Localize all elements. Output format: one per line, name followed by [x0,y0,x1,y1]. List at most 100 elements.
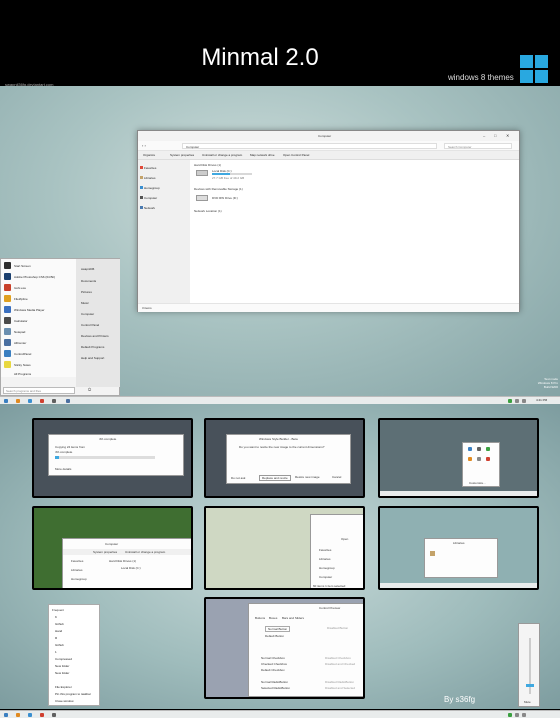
jump-list-item[interactable]: Hand [55,629,62,633]
place-item[interactable]: Music [81,301,89,305]
close-button[interactable]: ✕ [506,133,509,138]
nav-favorites[interactable]: Favorites [319,548,331,552]
start-search-input[interactable]: Search programs and files [3,387,75,394]
volume-icon[interactable] [522,399,526,403]
jump-list-item[interactable]: Github [55,643,64,647]
program-item[interactable]: Start Screen [14,264,31,268]
tab-bars[interactable]: Bars and Sliders [282,616,304,620]
app-icon[interactable] [52,399,56,403]
search-input[interactable]: Search Computer [444,143,512,149]
start-button-icon[interactable] [4,399,8,403]
nav-homegroup[interactable]: Homegroup [71,577,87,581]
tray-icon[interactable] [515,399,519,403]
tray-icon[interactable] [486,447,490,451]
place-item[interactable]: Documents [81,279,96,283]
cmd-system-properties[interactable]: System properties [170,153,194,157]
program-item[interactable]: FileZipline [14,297,28,301]
ie-icon[interactable] [28,713,32,717]
explorer-titlebar[interactable]: Computer – □ ✕ [138,131,519,141]
drive-c[interactable]: Local Disk (C:) [121,566,141,570]
folder-icon[interactable] [16,399,20,403]
tab-buttons[interactable]: Buttons [255,616,265,620]
address-field[interactable]: Computer [182,143,437,149]
place-item[interactable]: swapnil36 [81,267,94,271]
group-header-hdd[interactable]: Hard Disk Drives (1) [194,163,221,167]
nav-libraries[interactable]: Libraries [71,568,83,572]
power-button[interactable]: ⏻ [88,387,91,392]
group-header-network[interactable]: Network Location (1) [194,209,222,213]
nav-computer[interactable]: Computer [319,575,332,579]
place-item[interactable]: Default Programs [81,345,104,349]
checkbox[interactable]: Normal Checkbox [261,656,285,660]
drive-d[interactable]: DVD RW Drive (D:) [212,196,238,200]
program-item[interactable]: ControlPanel [14,352,31,356]
program-item[interactable]: Adobe Photoshop CS6 (64 Bit) [14,275,55,279]
program-item[interactable]: Windows Media Player [14,308,45,312]
program-item[interactable]: Icofx.exe [14,286,26,290]
nav-homegroup[interactable]: Homegroup [140,186,160,190]
program-item[interactable]: Calculator [14,319,28,323]
tray-icon[interactable] [515,713,519,717]
tray-icon[interactable] [508,399,512,403]
tray-icon[interactable] [477,447,481,451]
radio-button[interactable]: Normal RadioButton [261,680,288,684]
checkbox[interactable]: Default Checkbox [261,668,285,672]
clock[interactable]: 4:41 PM [536,398,547,402]
normal-button[interactable]: Normal Button [265,626,291,632]
volume-icon[interactable] [522,713,526,717]
app-icon[interactable] [40,713,44,717]
maximize-button[interactable]: □ [494,133,496,138]
jump-list-item[interactable]: R [55,636,57,640]
more-details-toggle[interactable]: More details [55,467,71,471]
place-item[interactable]: Pictures [81,290,92,294]
jump-list-item[interactable]: 1 [55,650,57,654]
place-item[interactable]: Computer [81,312,94,316]
start-button-icon[interactable] [4,713,8,717]
explorer-window[interactable]: Computer – □ ✕ ‹ › Computer Search Compu… [137,130,520,312]
cancel-button[interactable]: Cancel [332,475,341,479]
jump-list-item[interactable]: K [55,615,57,619]
volume-slider-thumb[interactable] [526,684,534,687]
ie-icon[interactable] [28,399,32,403]
nav-libraries[interactable]: Libraries [319,557,331,561]
checkbox[interactable]: Checked Checkbox [261,662,287,666]
tray-icon[interactable] [508,713,512,717]
radio-button[interactable]: Selected RadioButton [261,686,290,690]
place-item[interactable]: Help and Support [81,356,104,360]
customize-link[interactable]: Customize... [469,481,486,485]
cmd-map-drive[interactable]: Map network drive [250,153,275,157]
resize-button[interactable]: Replace and resize [259,475,291,481]
library-folder-icon[interactable] [430,551,435,556]
nav-homegroup[interactable]: Homegroup [319,566,335,570]
jump-list-item[interactable]: New folder [55,664,69,668]
tab-boxes[interactable]: Boxes [269,616,277,620]
cmd-organize[interactable]: Organize [143,153,155,157]
bluetooth-icon[interactable] [468,447,472,451]
jump-list-item[interactable]: Compressed [55,657,72,661]
place-item[interactable]: Control Panel [81,323,99,327]
pin-taskbar-item[interactable]: Pin this program to taskbar [55,692,91,696]
mute-button[interactable]: Mute [524,700,531,704]
all-programs-link[interactable]: All Programs [14,372,31,376]
do-not-ask-checkbox[interactable]: Do not ask [231,476,245,480]
program-item[interactable]: Notepad [14,330,25,334]
app-icon[interactable] [66,399,70,403]
folder-icon[interactable] [16,713,20,717]
group-header[interactable]: Hard Disk Drives (1) [109,559,136,563]
close-window-item[interactable]: Close window [55,699,74,703]
open-button[interactable]: Open [341,537,348,541]
place-item[interactable]: Devices and Printers [81,334,109,338]
cmd-uninstall[interactable]: Uninstall or change a program [125,550,165,554]
tray-icon[interactable] [468,457,472,461]
default-button[interactable]: Default Button [265,634,284,638]
cmd-system-properties[interactable]: System properties [93,550,117,554]
cmd-control-panel[interactable]: Open Control Panel [283,153,309,157]
back-icon[interactable]: ‹ › [142,143,146,148]
tray-icon[interactable] [477,457,481,461]
nav-computer[interactable]: Computer [140,196,157,200]
minimize-button[interactable]: – [483,133,485,138]
app-icon[interactable] [40,399,44,403]
app-icon[interactable] [52,713,56,717]
nav-favorites[interactable]: Favorites [71,559,83,563]
jump-list-item[interactable]: New folder [55,671,69,675]
